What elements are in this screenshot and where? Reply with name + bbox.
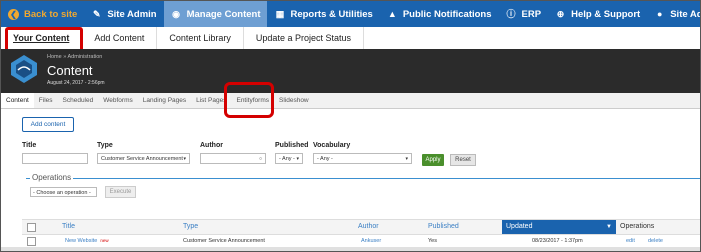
help-support-menu[interactable]: ⊕ Help & Support [548, 1, 647, 27]
column-type[interactable]: Type [183, 220, 198, 234]
chevron-down-icon: ▾ [405, 156, 408, 162]
user-label: Site Administrator [670, 8, 700, 20]
user-menu[interactable]: ● Site Administrator [647, 1, 700, 27]
column-published[interactable]: Published [428, 220, 459, 234]
row-edit-link[interactable]: edit [626, 237, 635, 245]
site-logo-icon [11, 55, 37, 83]
tab-scheduled[interactable]: Scheduled [58, 93, 99, 108]
column-updated-label: Updated [506, 223, 533, 230]
horizontal-scrollbar[interactable] [1, 247, 700, 251]
published-filter-select[interactable]: - Any - ▾ [275, 153, 303, 164]
table-header: Title Type Author Published Updated ▼ Op… [22, 219, 700, 235]
add-content-button[interactable]: Add content [22, 117, 74, 132]
row-title-link[interactable]: New Website new [65, 237, 109, 245]
vocabulary-filter-value: - Any - [317, 156, 333, 162]
erp-menu[interactable]: ⓘ ERP [499, 1, 549, 27]
operation-select[interactable]: - Choose an operation - [30, 187, 97, 197]
title-filter-label: Title [22, 142, 37, 149]
title-filter-input[interactable] [22, 153, 88, 164]
row-title: New Website [65, 238, 98, 244]
manage-content-menu[interactable]: ◉ Manage Content [163, 1, 268, 27]
breadcrumb[interactable]: Home » Administration [47, 54, 102, 60]
highlight-box [224, 82, 274, 118]
reports-utilities-label: Reports & Utilities [290, 8, 373, 20]
column-title[interactable]: Title [62, 220, 75, 234]
page-date: August 24, 2017 - 2:56pm [47, 80, 105, 86]
tab-webforms[interactable]: Webforms [98, 93, 138, 108]
row-updated: 08/23/2017 - 1:37pm [532, 238, 583, 244]
tab-files[interactable]: Files [34, 93, 58, 108]
apply-button[interactable]: Apply [422, 154, 444, 166]
type-filter-label: Type [97, 142, 113, 149]
manage-content-label: Manage Content [186, 8, 261, 20]
row-published: Yes [428, 238, 437, 244]
user-icon: ● [657, 8, 663, 19]
admin-toolbar: ❮ Back to site ✎ Site Admin ◉ Manage Con… [1, 1, 700, 27]
row-type: Customer Service Announcement [183, 238, 265, 244]
reports-utilities-menu[interactable]: ▦ Reports & Utilities [267, 1, 379, 27]
help-support-label: Help & Support [571, 8, 641, 20]
tab-content-library[interactable]: Content Library [157, 27, 244, 49]
back-to-site-label: Back to site [24, 8, 78, 20]
tab-update-project-status[interactable]: Update a Project Status [244, 27, 364, 49]
warning-icon: ▲ [387, 8, 397, 19]
autocomplete-icon: ○ [258, 156, 262, 162]
execute-button[interactable]: Execute [105, 186, 136, 198]
vocabulary-filter-label: Vocabulary [313, 142, 351, 149]
content-subnav: Your Content Add Content Content Library… [1, 27, 700, 50]
type-filter-select[interactable]: Customer Service Announcement ▾ [97, 153, 190, 164]
sort-desc-icon: ▼ [606, 224, 612, 230]
back-to-site-link[interactable]: ❮ Back to site [1, 1, 84, 27]
row-checkbox[interactable] [27, 237, 36, 246]
site-admin-label: Site Admin [107, 8, 157, 20]
reset-button[interactable]: Reset [450, 154, 476, 166]
tab-slideshow[interactable]: Slideshow [274, 93, 314, 108]
tab-landing-pages[interactable]: Landing Pages [138, 93, 191, 108]
site-admin-menu[interactable]: ✎ Site Admin [84, 1, 163, 27]
row-author-link[interactable]: Ankuser [361, 237, 381, 245]
page-title: Content [47, 63, 93, 78]
public-notifications-menu[interactable]: ▲ Public Notifications [380, 1, 499, 27]
select-all-checkbox[interactable] [27, 223, 36, 232]
row-delete-link[interactable]: delete [648, 237, 663, 245]
chevron-down-icon: ▾ [296, 156, 299, 162]
tab-content[interactable]: Content [1, 93, 34, 108]
info-icon: ⓘ [506, 8, 516, 19]
published-filter-value: - Any - [279, 156, 295, 162]
author-filter-input[interactable]: ○ [200, 153, 266, 164]
operation-select-value: - Choose an operation - [33, 190, 91, 196]
author-filter-label: Author [200, 142, 223, 149]
erp-label: ERP [521, 8, 542, 20]
page-header: Home » Administration Content August 24,… [1, 49, 700, 93]
column-updated[interactable]: Updated ▼ [502, 220, 616, 234]
circle-arrow-left-icon: ❮ [8, 8, 19, 20]
public-notifications-label: Public Notifications [402, 8, 492, 20]
column-author[interactable]: Author [358, 220, 379, 234]
operations-legend: Operations [30, 173, 74, 182]
content-icon: ◉ [172, 8, 181, 19]
published-filter-label: Published [275, 142, 309, 149]
chevron-down-icon: ▾ [183, 156, 186, 162]
wrench-icon: ✎ [93, 8, 101, 19]
browser-frame: ❮ Back to site ✎ Site Admin ◉ Manage Con… [0, 0, 701, 252]
type-filter-value: Customer Service Announcement [101, 156, 183, 162]
new-badge: new [100, 238, 109, 243]
vocabulary-filter-select[interactable]: - Any - ▾ [313, 153, 412, 164]
lifebuoy-icon: ⊕ [556, 8, 565, 19]
chart-icon: ▦ [275, 8, 285, 19]
operations-divider [26, 178, 700, 179]
content-type-tabs: Content Files Scheduled Webforms Landing… [1, 93, 700, 109]
column-operations: Operations [620, 223, 655, 230]
tab-add-content[interactable]: Add Content [82, 27, 158, 49]
